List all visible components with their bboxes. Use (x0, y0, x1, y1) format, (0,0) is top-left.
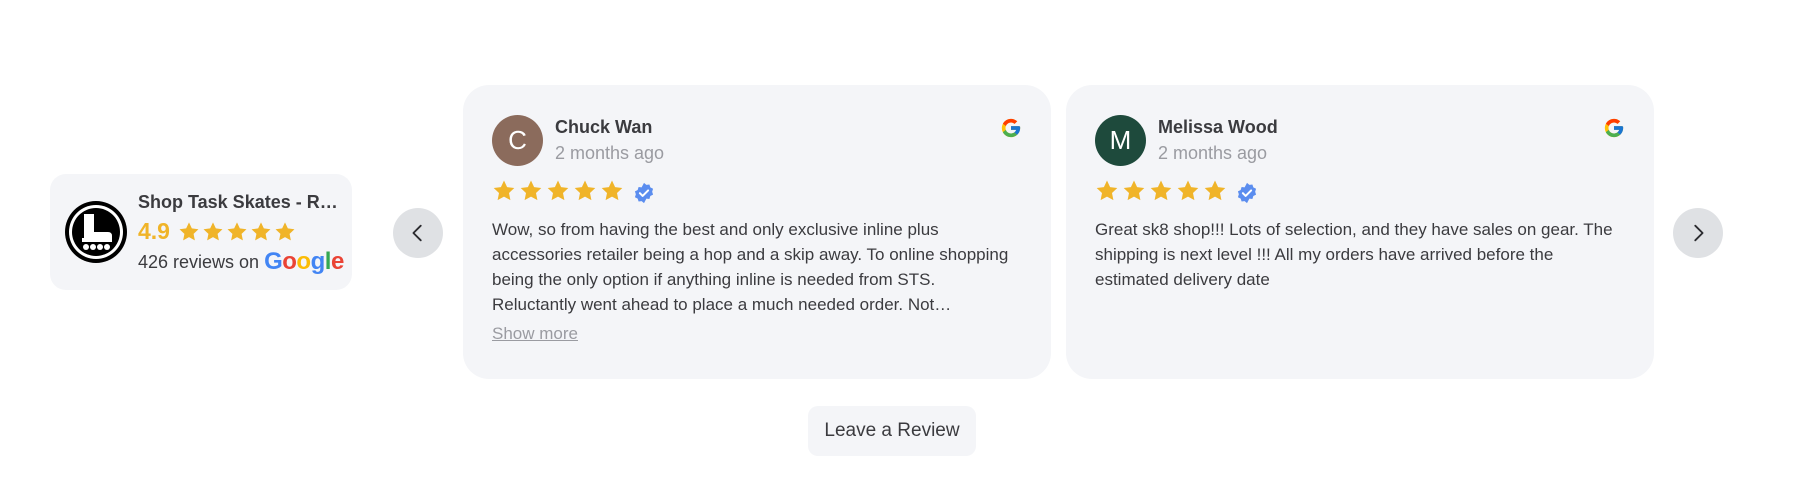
business-name: Shop Task Skates - Rol... (138, 192, 342, 212)
review-card: M Melissa Wood 2 months ago Great sk8 sh… (1066, 85, 1654, 379)
chevron-right-icon (1694, 224, 1704, 242)
google-icon (1604, 118, 1624, 138)
review-card: C Chuck Wan 2 months ago Wow, so from ha… (463, 85, 1051, 379)
summary-stars (178, 221, 296, 243)
verified-badge-icon (1237, 182, 1257, 204)
review-text: Great sk8 shop!!! Lots of selection, and… (1095, 220, 1613, 289)
chevron-left-icon (412, 224, 422, 242)
google-letter: o (282, 248, 297, 275)
carousel-next-button[interactable] (1673, 208, 1723, 258)
reviewer-name[interactable]: Chuck Wan (555, 117, 652, 138)
review-date: 2 months ago (1158, 143, 1268, 163)
review-stars (1095, 178, 1258, 204)
star-icon (520, 180, 542, 201)
star-icon (275, 221, 295, 240)
star-icon (574, 180, 596, 201)
google-wordmark-logo: Google (264, 250, 344, 274)
rollerblade-logo-icon (65, 201, 127, 263)
reviews-widget: Shop Task Skates - Rol... 4.9 426 review… (0, 0, 1798, 495)
carousel-prev-button[interactable] (393, 208, 443, 258)
star-icon (1096, 180, 1118, 201)
avatar: M (1095, 115, 1146, 166)
reviewer-name[interactable]: Melissa Wood (1158, 117, 1278, 138)
star-icon (1204, 180, 1226, 201)
google-letter: o (296, 248, 311, 275)
google-letter: e (330, 248, 344, 275)
star-icon (179, 221, 199, 240)
google-letter: g (310, 248, 326, 275)
leave-review-button[interactable]: Leave a Review (808, 406, 976, 456)
star-icon (547, 180, 569, 201)
review-date: 2 months ago (555, 143, 665, 163)
review-text: Wow, so from having the best and only ex… (492, 220, 1009, 314)
star-icon (251, 221, 271, 240)
rating-value: 4.9 (138, 218, 170, 244)
star-icon (493, 180, 515, 201)
verified-badge-icon (634, 182, 654, 204)
star-icon (227, 221, 247, 240)
star-icon (1150, 180, 1172, 201)
rating-row: 4.9 (138, 218, 296, 245)
review-stars (492, 178, 655, 204)
star-icon (1123, 180, 1145, 201)
star-icon (601, 180, 623, 201)
google-letter: G (264, 248, 283, 275)
reviews-count: 426 reviews on (138, 251, 260, 272)
rating-summary-badge[interactable]: Shop Task Skates - Rol... 4.9 426 review… (50, 174, 352, 290)
star-icon (203, 221, 223, 240)
star-icon (1177, 180, 1199, 201)
show-more-link[interactable]: Show more (492, 324, 578, 344)
reviews-count-row: 426 reviews on Google (138, 250, 344, 274)
google-icon (1001, 118, 1021, 138)
avatar: C (492, 115, 543, 166)
